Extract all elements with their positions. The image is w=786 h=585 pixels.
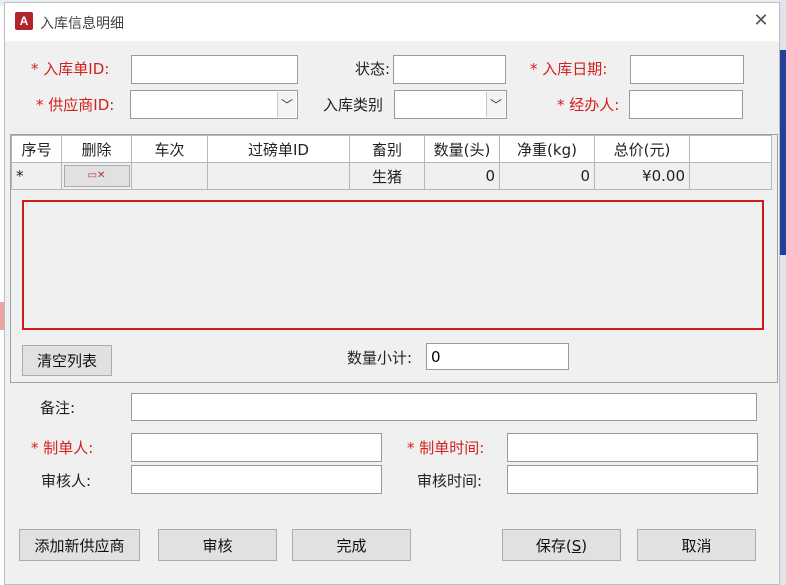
handler-input[interactable] (629, 90, 743, 119)
save-label-suffix: ) (581, 536, 588, 555)
detail-subform: 序号 删除 车次 过磅单ID 畜别 数量(头) 净重(kg) 总价(元) * ▭… (10, 134, 778, 383)
access-app-icon: A (15, 12, 33, 30)
background-window-accent (779, 50, 786, 255)
create-time-label: * 制单时间: (407, 439, 485, 457)
weigh-ticket-id-cell[interactable] (207, 162, 350, 190)
cancel-button[interactable]: 取消 (637, 529, 756, 561)
save-button[interactable]: 保存(S) (502, 529, 621, 561)
column-header[interactable]: 总价(元) (594, 135, 690, 163)
supplier-id-combo[interactable]: ﹀ (130, 90, 298, 119)
subtotal-field[interactable] (426, 343, 569, 370)
creator-input[interactable] (131, 433, 382, 462)
column-header[interactable]: 删除 (61, 135, 132, 163)
quantity-cell[interactable]: 0 (424, 162, 500, 190)
trip-cell[interactable] (131, 162, 208, 190)
create-time-input[interactable] (507, 433, 758, 462)
column-header[interactable]: 序号 (11, 135, 62, 163)
receipt-date-input[interactable] (630, 55, 744, 84)
remarks-label: 备注: (40, 399, 76, 417)
clear-list-button[interactable]: 清空列表 (22, 345, 112, 376)
delete-record-icon: ▭✕ (87, 170, 106, 181)
highlighted-region (22, 200, 764, 330)
background-window-edge (779, 0, 786, 585)
save-hotkey: S (571, 536, 582, 555)
receipt-id-label: * 入库单ID: (31, 60, 110, 78)
column-header[interactable]: 畜别 (349, 135, 425, 163)
status-label: 状态: (355, 60, 391, 78)
column-header[interactable]: 数量(头) (424, 135, 500, 163)
complete-button[interactable]: 完成 (292, 529, 411, 561)
table-row[interactable]: * ▭✕ 生猪 0 0 ¥0.00 (11, 162, 772, 190)
review-time-input[interactable] (507, 465, 758, 494)
add-supplier-button[interactable]: 添加新供应商 (19, 529, 140, 561)
supplier-id-label: * 供应商ID: (36, 96, 115, 114)
close-icon[interactable]: ✕ (751, 11, 771, 31)
dialog-window: A 入库信息明细 ✕ * 入库单ID: 状态: * 入库日期: * 供应商ID:… (4, 2, 780, 585)
net-weight-cell[interactable]: 0 (499, 162, 595, 190)
column-header[interactable]: 车次 (131, 135, 208, 163)
review-button[interactable]: 审核 (158, 529, 277, 561)
new-record-marker: * (11, 162, 62, 190)
subtotal-label: 数量小计: (347, 349, 413, 367)
chevron-down-icon[interactable]: ﹀ (486, 92, 505, 117)
grid-filler-cell (689, 162, 772, 190)
status-input[interactable] (393, 55, 506, 84)
column-header[interactable]: 过磅单ID (207, 135, 350, 163)
reviewer-input[interactable] (131, 465, 382, 494)
chevron-down-icon[interactable]: ﹀ (277, 92, 296, 117)
remarks-input[interactable] (131, 393, 757, 421)
category-label: 入库类别 (323, 96, 384, 114)
detail-grid: 序号 删除 车次 过磅单ID 畜别 数量(头) 净重(kg) 总价(元) * ▭… (11, 135, 772, 190)
column-header-empty (689, 135, 772, 163)
save-label-prefix: 保存( (535, 536, 572, 555)
total-price-cell[interactable]: ¥0.00 (594, 162, 690, 190)
receipt-id-input[interactable] (131, 55, 298, 84)
handler-label: * 经办人: (557, 96, 620, 114)
category-combo[interactable]: ﹀ (394, 90, 507, 119)
column-header[interactable]: 净重(kg) (499, 135, 595, 163)
reviewer-label: 审核人: (41, 472, 92, 490)
review-time-label: 审核时间: (417, 472, 483, 490)
window-title: 入库信息明细 (40, 16, 124, 32)
creator-label: * 制单人: (31, 439, 94, 457)
delete-row-button[interactable]: ▭✕ (63, 165, 130, 187)
receipt-date-label: * 入库日期: (530, 60, 608, 78)
livestock-type-cell[interactable]: 生猪 (349, 162, 425, 190)
title-bar[interactable]: A 入库信息明细 ✕ (5, 3, 779, 41)
grid-header-row: 序号 删除 车次 过磅单ID 畜别 数量(头) 净重(kg) 总价(元) (11, 135, 772, 163)
